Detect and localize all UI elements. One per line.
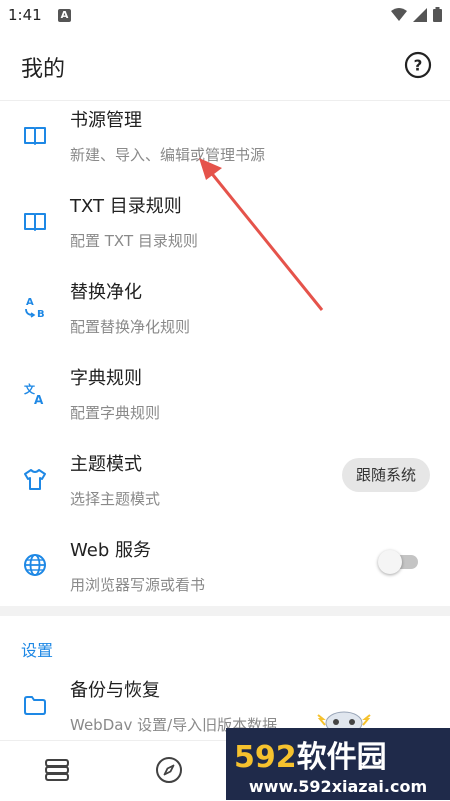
help-circle-icon[interactable]: ?: [404, 51, 432, 79]
svg-text:B: B: [37, 309, 45, 320]
item-subtitle: 配置字典规则: [70, 404, 161, 422]
list-item-replace-rules[interactable]: A B 替换净化 配置替换净化规则: [0, 272, 450, 358]
replace-ab-icon: A B: [25, 297, 45, 320]
svg-text:A: A: [26, 297, 34, 308]
list-item-dictionary-rules[interactable]: 文 A 字典规则 配置字典规则: [0, 358, 450, 444]
item-title: 备份与恢复: [70, 680, 160, 701]
item-title: TXT 目录规则: [70, 196, 182, 217]
item-subtitle: 配置 TXT 目录规则: [70, 232, 198, 250]
list-item-txt-toc-rules[interactable]: TXT 目录规则 配置 TXT 目录规则: [0, 186, 450, 272]
book-icon: [24, 213, 46, 231]
settings-list: 书源管理 新建、导入、编辑或管理书源 TXT 目录规则 配置 TXT 目录规则 …: [0, 100, 450, 616]
item-title: 主题模式: [70, 454, 142, 475]
section-header-settings: 设置: [21, 641, 54, 660]
page-title: 我的: [21, 57, 66, 82]
list-item-theme-mode[interactable]: 主题模式 选择主题模式 跟随系统: [0, 444, 450, 530]
compass-icon[interactable]: [154, 755, 184, 785]
item-subtitle: 配置替换净化规则: [70, 318, 191, 336]
web-service-toggle[interactable]: [378, 550, 418, 574]
svg-text:A: A: [34, 393, 44, 406]
theme-mode-chip[interactable]: 跟随系统: [341, 458, 430, 492]
list-item-book-source[interactable]: 书源管理 新建、导入、编辑或管理书源: [0, 100, 450, 186]
translate-icon: 文 A: [24, 382, 44, 406]
toggle-thumb: [378, 550, 402, 574]
book-icon: [24, 127, 46, 145]
status-icons: [391, 7, 442, 22]
folder-icon: [24, 696, 46, 715]
watermark-brand-text: 软件园: [296, 740, 387, 775]
tshirt-icon: [24, 469, 46, 490]
item-title: 替换净化: [70, 282, 142, 303]
section-divider: [0, 606, 450, 616]
item-title: 书源管理: [70, 110, 142, 131]
item-subtitle: 新建、导入、编辑或管理书源: [70, 146, 266, 164]
bookshelf-icon[interactable]: [42, 755, 72, 785]
notification-a-icon: A: [58, 9, 71, 22]
app-bar: 我的 ?: [0, 32, 450, 101]
watermark-brand-number: 592: [234, 740, 297, 775]
status-bar: 1:41 A: [0, 0, 450, 32]
svg-text:?: ?: [414, 57, 423, 75]
watermark-brand: 592软件园: [234, 732, 387, 776]
watermark-logo: 592软件园 www.592xiazai.com: [226, 728, 450, 800]
item-subtitle: 选择主题模式: [70, 490, 161, 508]
item-title: 字典规则: [70, 368, 142, 389]
battery-icon: [433, 7, 442, 22]
signal-icon: [413, 7, 427, 22]
globe-icon: [24, 554, 46, 576]
watermark-url: www.592xiazai.com: [248, 777, 428, 796]
item-title: Web 服务: [70, 540, 151, 561]
list-item-web-service[interactable]: Web 服务 用浏览器写源或看书: [0, 530, 450, 616]
item-subtitle: 用浏览器写源或看书: [70, 576, 206, 594]
status-time: 1:41: [8, 6, 42, 24]
wifi-icon: [391, 7, 407, 21]
